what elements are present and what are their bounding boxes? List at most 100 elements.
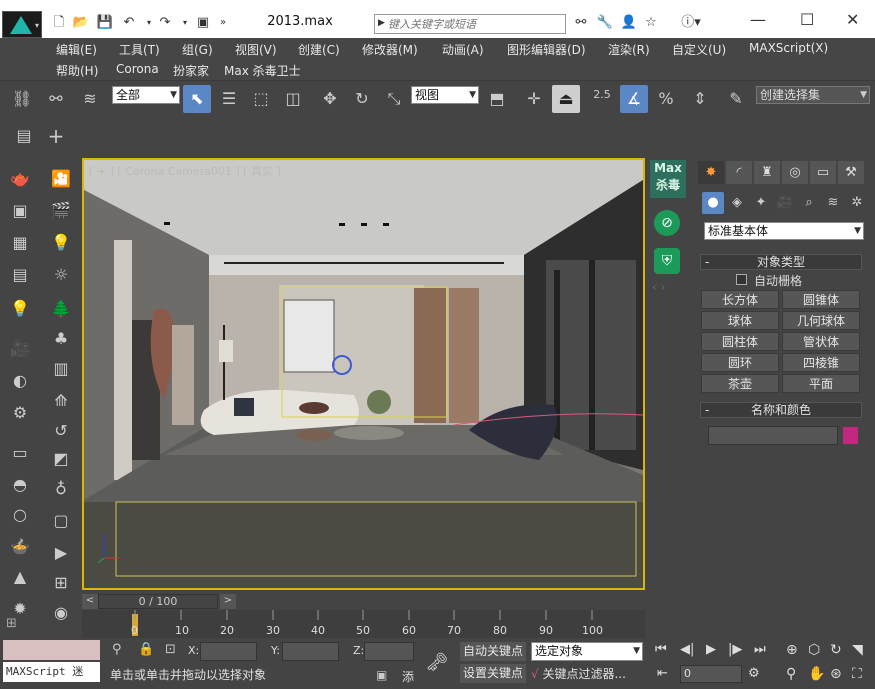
- project-folder-icon[interactable]: ▣: [194, 14, 212, 32]
- menu-animation[interactable]: 动画(A): [442, 41, 484, 58]
- menu-tools[interactable]: 工具(T): [119, 41, 160, 58]
- orbit-icon[interactable]: ↻: [830, 642, 842, 658]
- select-and-link-icon[interactable]: ⛓: [8, 85, 36, 113]
- time-config-icon[interactable]: ⚙: [748, 666, 760, 681]
- auto-key-button[interactable]: 自动关键点: [460, 642, 526, 661]
- antivirus-arrows-icon[interactable]: ‹ ›: [652, 280, 665, 294]
- camera-viewport[interactable]: [ + ] [ Corona Camera001 ] [ 真实 ]: [82, 158, 645, 590]
- user-icon[interactable]: 👤: [620, 14, 638, 32]
- zoom-all-icon[interactable]: ⬡: [808, 642, 820, 658]
- save-file-icon[interactable]: 💾: [96, 14, 114, 32]
- menu-views[interactable]: 视图(V): [235, 41, 277, 58]
- sphere-light-icon[interactable]: ○: [7, 502, 33, 528]
- mini-curve-editor-icon[interactable]: ⊞: [6, 616, 17, 631]
- camera-icon[interactable]: 🎦: [48, 166, 74, 192]
- maximize-viewport-icon[interactable]: ⛶: [852, 666, 862, 682]
- select-by-name-icon[interactable]: ☰: [215, 85, 243, 113]
- cone-button[interactable]: 圆锥体: [782, 290, 860, 309]
- corona-tool-icon[interactable]: ◐: [7, 368, 33, 394]
- lock-selection-icon[interactable]: 🔒: [138, 642, 154, 657]
- key-mode-icon[interactable]: ⇤: [657, 666, 668, 681]
- menu-banjiajia[interactable]: 扮家家: [173, 62, 209, 79]
- object-type-rollout[interactable]: - 对象类型: [700, 254, 862, 270]
- selection-filter-dropdown[interactable]: 全部 ▼: [112, 86, 180, 104]
- layer-manager-icon[interactable]: ▤: [7, 262, 33, 288]
- help-icon[interactable]: ⓘ▾: [676, 14, 706, 32]
- select-manipulate-icon[interactable]: ✛: [520, 85, 548, 113]
- space-warps-icon[interactable]: ≋: [822, 192, 844, 214]
- menu-group[interactable]: 组(G): [182, 41, 213, 58]
- frame-icon[interactable]: ◩: [48, 446, 74, 472]
- select-and-move-icon[interactable]: ✥: [316, 85, 344, 113]
- y-coordinate-field[interactable]: [282, 642, 339, 661]
- time-prev-button[interactable]: <: [82, 594, 98, 609]
- hierarchy-tab-icon[interactable]: ♜: [754, 161, 780, 184]
- binoculars-icon[interactable]: ⚯: [572, 14, 590, 32]
- reference-coordinate-dropdown[interactable]: 视图 ▼: [411, 86, 479, 104]
- spinner-snap-icon[interactable]: ⇕: [686, 85, 714, 113]
- tube-button[interactable]: 管状体: [782, 332, 860, 351]
- add-time-tag-label[interactable]: 添: [402, 668, 414, 685]
- media-icon[interactable]: ▶: [48, 540, 74, 566]
- rectangular-selection-icon[interactable]: ⬚: [247, 85, 275, 113]
- menu-corona[interactable]: Corona: [116, 62, 159, 76]
- object-name-field[interactable]: [708, 426, 838, 445]
- menu-maxscript[interactable]: MAXScript(X): [749, 41, 828, 55]
- percent-snap-icon[interactable]: %: [652, 85, 680, 113]
- key-filter-dropdown[interactable]: 选定对象 ▼: [531, 642, 643, 661]
- pan-icon[interactable]: ✋: [808, 666, 825, 682]
- time-next-button[interactable]: >: [220, 594, 236, 609]
- antivirus-shield-icon[interactable]: ⛨: [654, 248, 680, 274]
- dome-icon[interactable]: ◓: [7, 472, 33, 498]
- new-file-icon[interactable]: 🗋: [50, 14, 68, 32]
- select-object-icon[interactable]: ⬉: [183, 85, 211, 113]
- search-input[interactable]: [388, 16, 563, 32]
- open-file-icon[interactable]: 📂: [72, 14, 90, 32]
- next-frame-icon[interactable]: |▶: [728, 642, 742, 657]
- create-tab-icon[interactable]: ✸: [698, 161, 724, 184]
- scene-explorer-icon[interactable]: ▤: [10, 122, 38, 150]
- edit-named-selection-icon[interactable]: ✎: [722, 85, 750, 113]
- bulb-icon[interactable]: 💡: [48, 230, 74, 256]
- app-logo-button[interactable]: ▾: [2, 11, 42, 38]
- helpers-icon[interactable]: ⌕: [798, 192, 820, 214]
- lamp-icon[interactable]: ♁: [48, 476, 74, 502]
- teapot-button[interactable]: 茶壶: [701, 374, 779, 393]
- redo-icon[interactable]: ↷: [156, 14, 174, 32]
- close-button[interactable]: ✕: [846, 10, 859, 29]
- utilities-tab-icon[interactable]: ⚒: [838, 161, 864, 184]
- play-icon[interactable]: ▶: [706, 642, 716, 657]
- go-to-end-icon[interactable]: ⏭: [754, 642, 766, 657]
- name-and-color-rollout[interactable]: - 名称和颜色: [700, 402, 862, 418]
- eye-icon[interactable]: ◉: [48, 600, 74, 626]
- viewport-label[interactable]: [ + ] [ Corona Camera001 ] [ 真实 ]: [89, 163, 281, 179]
- angle-snap-icon[interactable]: ∡: [620, 85, 648, 113]
- lights-icon[interactable]: ✦: [750, 192, 772, 214]
- maxscript-listener-pink[interactable]: [3, 640, 100, 660]
- screen-icon[interactable]: ▢: [48, 508, 74, 534]
- walk-through-icon[interactable]: ⚲: [786, 666, 796, 682]
- snaps-toggle-icon[interactable]: 2.5: [588, 85, 616, 113]
- cameras-icon[interactable]: 🎥: [774, 192, 796, 214]
- light-lister-icon[interactable]: 💡: [7, 296, 33, 322]
- cone-icon[interactable]: ▲: [7, 564, 33, 590]
- select-and-rotate-icon[interactable]: ↻: [348, 85, 376, 113]
- bind-to-space-warp-icon[interactable]: ≋: [76, 85, 104, 113]
- keyboard-shortcut-override-icon[interactable]: ⏏: [552, 85, 580, 113]
- menu-rendering[interactable]: 渲染(R): [608, 41, 650, 58]
- x-coordinate-field[interactable]: [200, 642, 257, 661]
- minimize-button[interactable]: —: [750, 10, 766, 29]
- previous-frame-icon[interactable]: ◀|: [680, 642, 694, 657]
- key-filters-button[interactable]: √ 关键点过滤器...: [531, 665, 643, 684]
- render-frame-icon[interactable]: ▣: [7, 198, 33, 224]
- teapot-icon[interactable]: 🫖: [7, 166, 33, 192]
- tree-icon[interactable]: 🌲: [48, 296, 74, 322]
- pyramid-button[interactable]: 四棱锥: [782, 353, 860, 372]
- undo-icon[interactable]: ↶: [120, 14, 138, 32]
- unlink-selection-icon[interactable]: ⚯: [42, 85, 70, 113]
- geosphere-button[interactable]: 几何球体: [782, 311, 860, 330]
- plane-button[interactable]: 平面: [782, 374, 860, 393]
- grid-book-icon[interactable]: ▥: [48, 356, 74, 382]
- time-slider-handle[interactable]: 0 / 100: [98, 594, 218, 609]
- absolute-mode-icon[interactable]: ⊡: [165, 642, 176, 657]
